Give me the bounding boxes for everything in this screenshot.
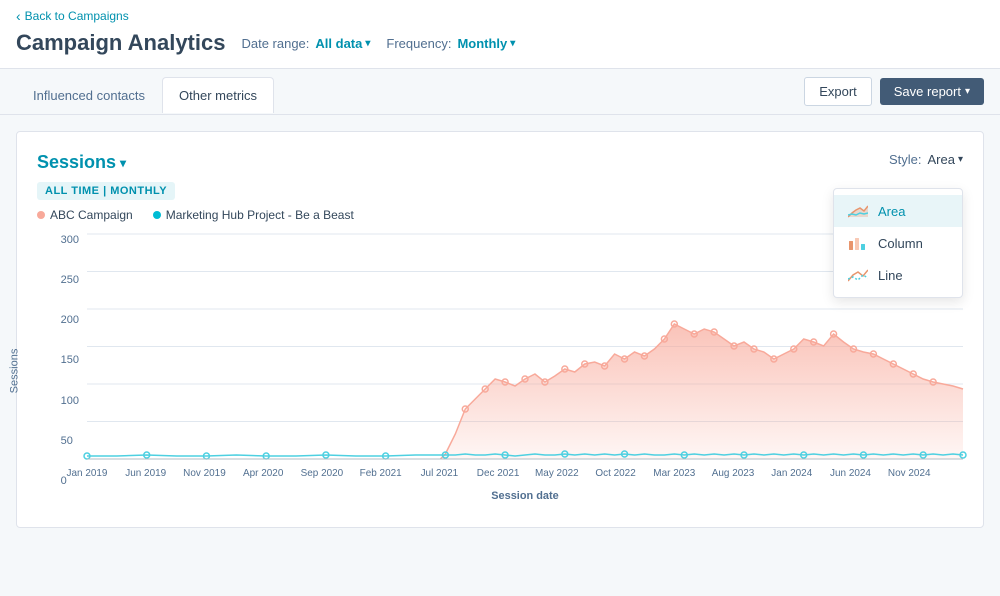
x-tick-label: Apr 2020	[243, 468, 284, 479]
style-label: Style:	[889, 152, 922, 167]
x-tick-label: Jan 2019	[67, 468, 108, 479]
style-option-line[interactable]: Line	[834, 259, 962, 291]
tab-actions: Export Save report	[804, 69, 984, 114]
main-content: Sessions Style: Area Area	[0, 115, 1000, 544]
y-tick-250: 250	[61, 274, 79, 286]
y-axis-label: Sessions	[8, 348, 20, 393]
chart-card: Sessions Style: Area Area	[16, 131, 984, 528]
chart-legend: ABC Campaign Marketing Hub Project - Be …	[37, 208, 963, 222]
y-tick-150: 150	[61, 354, 79, 366]
tabs-container: Influenced contacts Other metrics	[16, 71, 274, 113]
save-report-button[interactable]: Save report	[880, 78, 984, 105]
column-icon	[848, 235, 868, 251]
frequency-value[interactable]: Monthly	[457, 36, 515, 51]
x-tick-label: Mar 2023	[653, 468, 695, 479]
column-option-label: Column	[878, 236, 923, 251]
legend-dot-mhp	[153, 211, 161, 219]
area-option-label: Area	[878, 204, 905, 219]
x-tick-label: Aug 2023	[712, 468, 755, 479]
date-range-label: Date range:	[241, 36, 309, 51]
x-tick-label: Jun 2019	[125, 468, 166, 479]
x-tick-label: Nov 2019	[183, 468, 226, 479]
y-tick-300: 300	[61, 234, 79, 246]
chart-header: Sessions Style: Area Area	[37, 152, 963, 173]
x-tick-label: May 2022	[535, 468, 579, 479]
tab-bar: Influenced contacts Other metrics Export…	[0, 69, 1000, 115]
area-icon	[848, 203, 868, 219]
x-tick-label: Feb 2021	[360, 468, 402, 479]
legend-item-abc: ABC Campaign	[37, 208, 133, 222]
chart-svg: Jan 2019 Jun 2019 Nov 2019 Apr 2020 Sep …	[87, 234, 963, 504]
y-tick-100: 100	[61, 395, 79, 407]
x-tick-label: Dec 2021	[477, 468, 520, 479]
y-tick-50: 50	[61, 435, 79, 447]
x-tick-label: Jun 2024	[830, 468, 871, 479]
style-option-area[interactable]: Area	[834, 195, 962, 227]
legend-label-mhp: Marketing Hub Project - Be a Beast	[166, 208, 354, 222]
legend-item-mhp: Marketing Hub Project - Be a Beast	[153, 208, 354, 222]
legend-label-abc: ABC Campaign	[50, 208, 133, 222]
frequency-label: Frequency:	[386, 36, 451, 51]
x-tick-label: Sep 2020	[301, 468, 344, 479]
line-option-label: Line	[878, 268, 903, 283]
page-title: Campaign Analytics	[16, 30, 225, 56]
x-axis-title: Session date	[491, 490, 559, 502]
date-range-filter: Date range: All data	[241, 36, 370, 51]
y-tick-200: 200	[61, 314, 79, 326]
back-to-campaigns-link[interactable]: Back to Campaigns	[16, 8, 129, 24]
date-range-value[interactable]: All data	[315, 36, 370, 51]
x-tick-label: Nov 2024	[888, 468, 931, 479]
time-badge: ALL TIME | MONTHLY	[37, 182, 175, 200]
tab-other-metrics[interactable]: Other metrics	[162, 77, 274, 113]
export-button[interactable]: Export	[804, 77, 872, 106]
tab-influenced-contacts[interactable]: Influenced contacts	[16, 77, 162, 113]
style-control: Style: Area Area	[889, 152, 963, 167]
frequency-filter: Frequency: Monthly	[386, 36, 515, 51]
style-option-column[interactable]: Column	[834, 227, 962, 259]
x-tick-label: Oct 2022	[595, 468, 636, 479]
legend-dot-abc	[37, 211, 45, 219]
style-dropdown-trigger[interactable]: Area	[928, 152, 964, 167]
style-dropdown-menu: Area Column	[833, 188, 963, 298]
x-tick-label: Jul 2021	[421, 468, 459, 479]
abc-area	[87, 324, 963, 459]
line-icon	[848, 267, 868, 283]
x-tick-label: Jan 2024	[771, 468, 812, 479]
chart-title[interactable]: Sessions	[37, 152, 126, 173]
